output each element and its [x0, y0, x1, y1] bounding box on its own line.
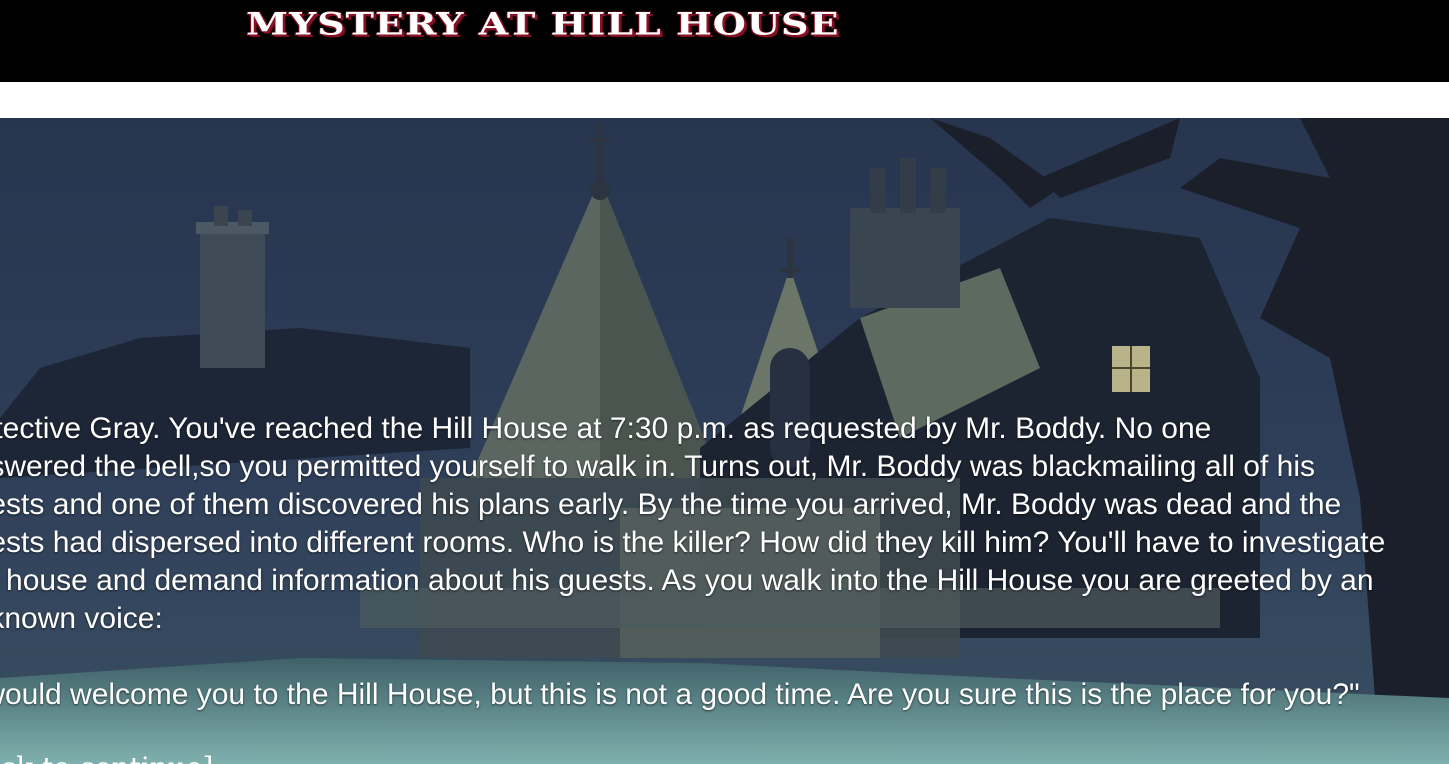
story-spacer — [0, 638, 1436, 676]
game-title: MYSTERY AT HILL HOUSE — [246, 5, 840, 43]
haunted-house-scene: Detective Gray. You've reached the Hill … — [0, 118, 1449, 764]
separator-bar — [0, 82, 1449, 118]
voice-quote: "I would welcome you to the Hill House, … — [0, 678, 1360, 711]
continue-prompt[interactable]: [click to continue] — [0, 750, 213, 764]
story-line: Detective Gray. You've reached the Hill … — [0, 412, 1212, 445]
story-line: unknown voice: — [0, 602, 163, 635]
story-text: Detective Gray. You've reached the Hill … — [0, 410, 1436, 714]
header-bar: MYSTERY AT HILL HOUSE — [0, 0, 1449, 82]
story-line: answered the bell,so you permitted yours… — [0, 450, 1315, 483]
story-line: guests and one of them discovered his pl… — [0, 488, 1342, 521]
story-line: guests had dispersed into different room… — [0, 526, 1386, 559]
story-line: the house and demand information about h… — [0, 564, 1374, 597]
